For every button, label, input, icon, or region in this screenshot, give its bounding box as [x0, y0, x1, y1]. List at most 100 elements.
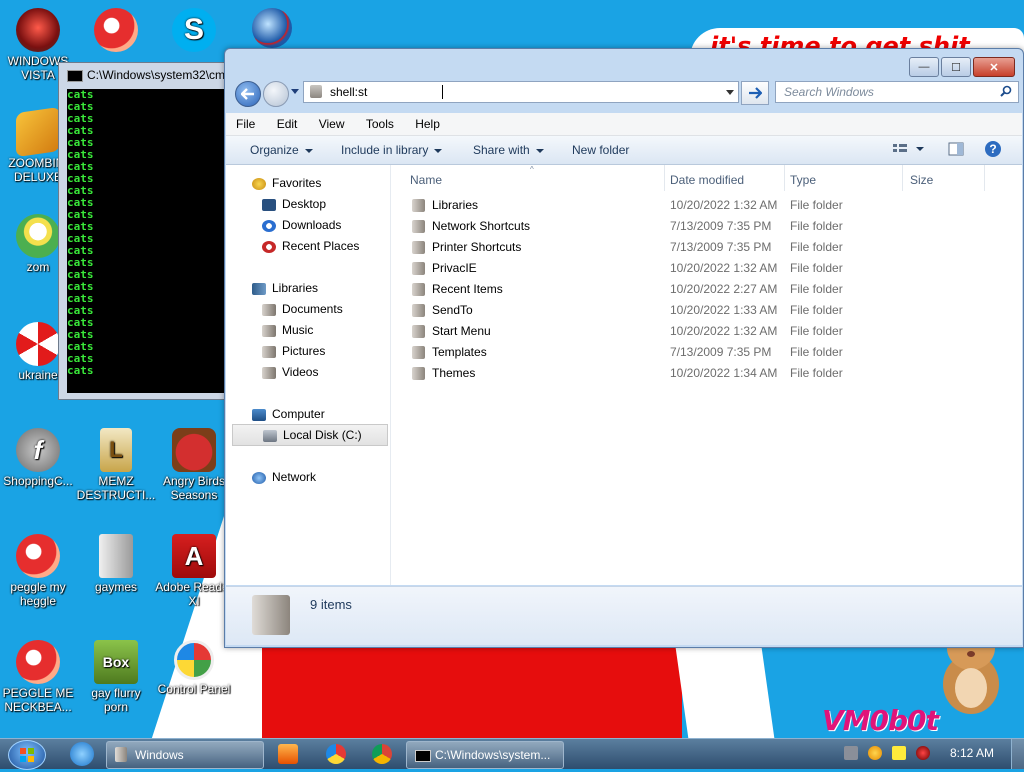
- cmd-window[interactable]: C:\Windows\system32\cmd.exe catscatscats…: [58, 62, 232, 400]
- menu-file[interactable]: File: [226, 113, 263, 131]
- share-with-button[interactable]: Share with: [473, 143, 544, 157]
- include-in-library-button[interactable]: Include in library: [341, 143, 443, 157]
- file-type: File folder: [790, 324, 843, 338]
- file-row[interactable]: Network Shortcuts 7/13/2009 7:35 PM File f…: [392, 216, 992, 237]
- tray-volume-icon[interactable]: [916, 746, 930, 760]
- column-separator[interactable]: [664, 165, 665, 191]
- file-row[interactable]: SendTo 10/20/2022 1:33 AM File folder: [392, 300, 992, 321]
- tray-flag-icon[interactable]: [892, 746, 906, 760]
- nav-videos[interactable]: Videos: [262, 362, 318, 382]
- file-date: 7/13/2009 7:35 PM: [670, 219, 772, 233]
- nav-desktop[interactable]: Desktop: [262, 194, 326, 214]
- cmd-console[interactable]: cats cats cats cats cats cats cats cats cats cats…: [67, 89, 231, 393]
- taskbar-button-cmd[interactable]: C:\Windows\system...: [406, 741, 564, 769]
- maximize-button[interactable]: ☐: [941, 57, 971, 77]
- nav-label: Documents: [282, 302, 343, 316]
- media-player-icon[interactable]: [278, 744, 298, 764]
- search-box[interactable]: Search Windows: [775, 81, 1019, 103]
- file-row[interactable]: Templates 7/13/2009 7:35 PM File folder: [392, 342, 992, 363]
- column-size[interactable]: Size: [910, 173, 933, 187]
- file-row[interactable]: Start Menu 10/20/2022 1:32 AM File folder: [392, 321, 992, 342]
- nav-music[interactable]: Music: [262, 320, 313, 340]
- column-headers: Name ^ Date modified Type Size: [392, 165, 1022, 191]
- file-row[interactable]: Recent Items 10/20/2022 2:27 AM File folde…: [392, 279, 992, 300]
- menu-help[interactable]: Help: [405, 113, 448, 131]
- minimize-button[interactable]: —: [909, 57, 939, 77]
- address-bar[interactable]: shell:st: [303, 81, 739, 103]
- preview-pane-button[interactable]: [948, 142, 964, 159]
- desktop-icon-gaymes[interactable]: gaymes: [76, 534, 156, 594]
- svg-text:?: ?: [989, 142, 996, 156]
- column-separator[interactable]: [902, 165, 903, 191]
- chrome-icon[interactable]: [372, 744, 392, 764]
- menu-tools[interactable]: Tools: [356, 113, 402, 131]
- nav-recent-places[interactable]: Recent Places: [262, 236, 359, 256]
- tray-app-icon[interactable]: [844, 746, 858, 760]
- nav-computer[interactable]: Computer: [252, 404, 325, 424]
- star-icon: [252, 177, 266, 190]
- nav-libraries[interactable]: Libraries: [252, 278, 318, 298]
- desktop-icon-gay-flurry[interactable]: Box gay flurry porn: [76, 640, 156, 714]
- nav-pictures[interactable]: Pictures: [262, 341, 325, 361]
- nav-label: Downloads: [282, 218, 342, 232]
- nav-documents[interactable]: Documents: [262, 299, 343, 319]
- help-button[interactable]: ?: [984, 140, 1002, 161]
- nav-downloads[interactable]: Downloads: [262, 215, 341, 235]
- item-count: 9 items: [310, 597, 352, 612]
- file-row[interactable]: Printer Shortcuts 7/13/2009 7:35 PM File f…: [392, 237, 992, 258]
- cmd-title-bar[interactable]: C:\Windows\system32\cmd.exe: [59, 63, 231, 87]
- desktop-icon-label: MEMZ DESTRUCTI...: [76, 474, 156, 502]
- start-button[interactable]: [8, 740, 46, 770]
- new-folder-button[interactable]: New folder: [572, 143, 629, 157]
- desktop-icon-control-panel[interactable]: Control Panel: [154, 640, 234, 696]
- paint-icon[interactable]: [326, 744, 346, 764]
- change-view-button[interactable]: [892, 142, 926, 159]
- file-date: 10/20/2022 1:32 AM: [670, 324, 778, 338]
- nav-label: Music: [282, 323, 314, 337]
- column-separator[interactable]: [984, 165, 985, 191]
- desktop-icon-angry-birds[interactable]: Angry Birds Seasons: [154, 428, 234, 502]
- column-name[interactable]: Name: [410, 173, 442, 187]
- desktop-icon-shoppingc[interactable]: f ShoppingC...: [0, 428, 78, 488]
- column-date-modified[interactable]: Date modified: [670, 173, 744, 187]
- nav-favorites[interactable]: Favorites: [252, 173, 321, 193]
- column-type[interactable]: Type: [790, 173, 816, 187]
- desktop-icon-adobe-reader[interactable]: A Adobe Reader XI: [154, 534, 234, 608]
- back-button[interactable]: [235, 81, 261, 107]
- close-button[interactable]: ✕: [973, 57, 1015, 77]
- windows-logo-icon: [20, 748, 34, 762]
- desktop-icon-peggle-me-neckbea[interactable]: PEGGLE ME NECKBEA...: [0, 640, 78, 714]
- folder-icon: [412, 262, 425, 275]
- desktop-icon-peggle-top[interactable]: [76, 8, 156, 54]
- show-desktop-button[interactable]: [1011, 739, 1024, 769]
- search-icon[interactable]: [1000, 85, 1012, 100]
- forward-button[interactable]: [263, 81, 289, 107]
- address-dropdown-icon[interactable]: [726, 90, 734, 95]
- desktop-icon-globe[interactable]: [232, 8, 312, 50]
- address-input[interactable]: shell:st: [330, 85, 367, 99]
- navigation-pane[interactable]: Favorites Desktop Downloads Recent Place…: [226, 165, 391, 585]
- include-label: Include in library: [341, 143, 429, 157]
- desktop-icon-peggle-my-heggle[interactable]: peggle my heggle: [0, 534, 78, 608]
- tray-search-icon[interactable]: [868, 746, 882, 760]
- go-button[interactable]: [741, 81, 769, 105]
- nav-network[interactable]: Network: [252, 467, 316, 487]
- file-row[interactable]: PrivacIE 10/20/2022 1:32 AM File folder: [392, 258, 992, 279]
- nav-label: Local Disk (C:): [283, 428, 362, 442]
- column-separator[interactable]: [784, 165, 785, 191]
- desktop-icon-skype[interactable]: S: [154, 8, 234, 54]
- ie-icon[interactable]: [70, 742, 94, 766]
- file-row[interactable]: Themes 10/20/2022 1:34 AM File folder: [392, 363, 992, 384]
- help-icon: ?: [985, 141, 1001, 157]
- downloads-icon: [262, 219, 276, 232]
- menu-edit[interactable]: Edit: [267, 113, 306, 131]
- organize-button[interactable]: Organize: [250, 143, 313, 157]
- nav-local-disk[interactable]: Local Disk (C:): [232, 424, 388, 446]
- taskbar-button-windows-explorer[interactable]: Windows: [106, 741, 264, 769]
- recent-pages-dropdown[interactable]: [291, 89, 299, 94]
- clock[interactable]: 8:12 AM: [950, 746, 994, 760]
- file-row[interactable]: Libraries 10/20/2022 1:32 AM File folder: [392, 195, 992, 216]
- explorer-window[interactable]: — ☐ ✕ shell:st Search Windows File Edit …: [224, 48, 1024, 648]
- menu-view[interactable]: View: [309, 113, 353, 131]
- desktop-icon-memz[interactable]: L MEMZ DESTRUCTI...: [76, 428, 156, 502]
